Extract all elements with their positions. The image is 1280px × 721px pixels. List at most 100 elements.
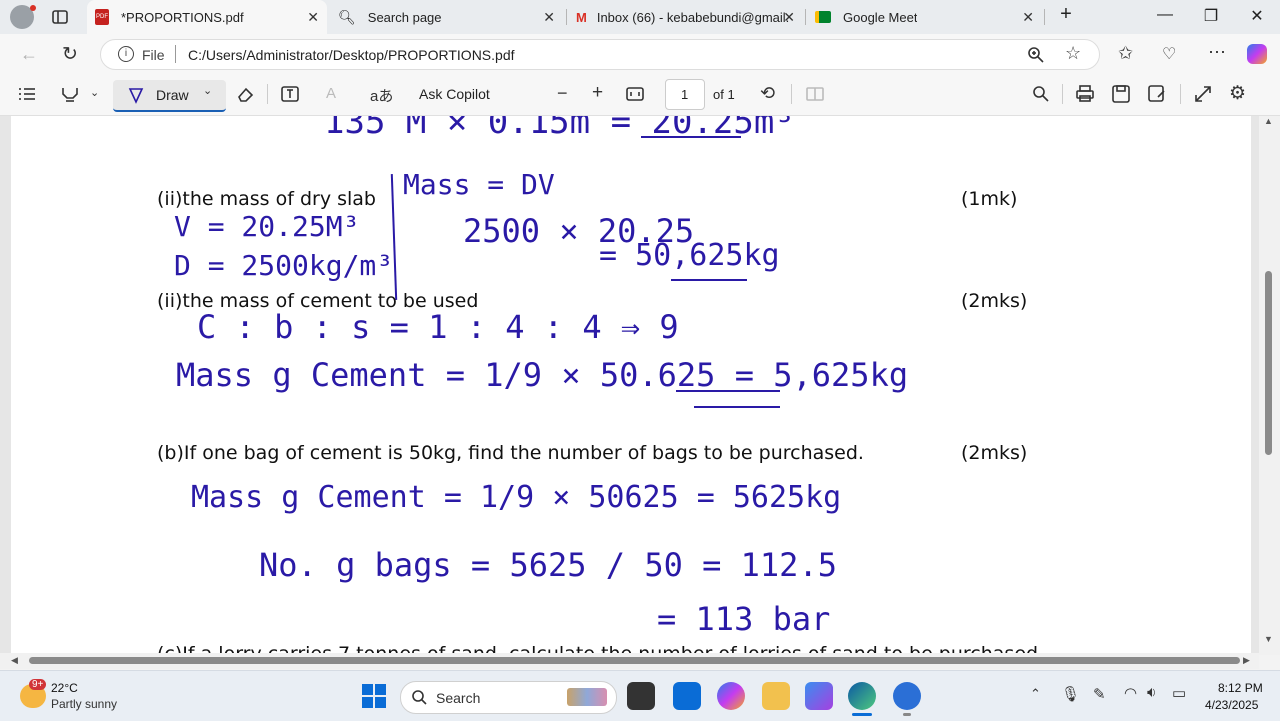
- volume-icon[interactable]: 🔉︎: [1147, 684, 1156, 701]
- close-tab-icon[interactable]: ✕: [307, 9, 319, 26]
- tab-proportions-pdf[interactable]: PDF *PROPORTIONS.pdf ✕: [87, 0, 327, 34]
- handwriting-density: D = 2500kg/m³: [174, 249, 394, 282]
- translate-icon[interactable]: aあ: [370, 85, 393, 106]
- zoom-in-icon[interactable]: +: [592, 82, 603, 104]
- find-icon[interactable]: [1032, 85, 1050, 103]
- wifi-icon[interactable]: ◠: [1124, 684, 1137, 702]
- contents-icon[interactable]: [18, 86, 36, 102]
- back-icon[interactable]: ←: [20, 44, 38, 65]
- tab-inbox[interactable]: M Inbox (66) - kebabebundi@gmail. ✕: [568, 0, 803, 34]
- scroll-down-icon[interactable]: ▼: [1264, 634, 1273, 644]
- taskbar-search-icon: [412, 690, 427, 705]
- handwriting-underline: [671, 279, 747, 281]
- handwriting-top-calc: 135 M × 0.15m = 20.25m³: [324, 116, 795, 142]
- browser-essentials-icon[interactable]: ♡: [1162, 44, 1176, 64]
- page-number-input[interactable]: 1: [665, 79, 705, 110]
- battery-icon[interactable]: ▭: [1172, 684, 1186, 702]
- horizontal-scroll-thumb[interactable]: [29, 657, 1240, 664]
- weather-description[interactable]: Partly sunny: [51, 697, 117, 711]
- save-icon[interactable]: [1112, 85, 1130, 103]
- close-tab-icon[interactable]: ✕: [783, 9, 795, 26]
- tab-actions-icon[interactable]: [52, 9, 68, 25]
- favorite-star-icon[interactable]: ☆: [1065, 43, 1081, 64]
- eraser-icon[interactable]: [235, 85, 255, 103]
- info-icon[interactable]: i: [118, 46, 134, 62]
- handwriting-volume: V = 20.25M³: [174, 210, 360, 243]
- refresh-icon[interactable]: ↻: [62, 43, 78, 66]
- question-b-bags: (b)If one bag of cement is 50kg, find th…: [157, 442, 864, 464]
- edge-browser-icon[interactable]: [848, 682, 876, 710]
- microsoft-store-icon[interactable]: [673, 682, 701, 710]
- close-tab-icon[interactable]: ✕: [1022, 9, 1034, 26]
- scroll-up-icon[interactable]: ▲: [1264, 116, 1273, 126]
- highlight-icon[interactable]: [60, 85, 80, 103]
- file-explorer-icon[interactable]: [762, 682, 790, 710]
- handwriting-underline: [676, 390, 780, 392]
- zoom-out-icon[interactable]: −: [557, 83, 568, 104]
- zoom-icon[interactable]: [1027, 46, 1045, 64]
- start-windows-icon[interactable]: [362, 684, 386, 708]
- weather-badge: 9+: [29, 679, 47, 690]
- microsoft-365-icon[interactable]: [805, 682, 833, 710]
- page-view-disabled-icon: [806, 87, 824, 101]
- copilot-icon[interactable]: [1247, 44, 1267, 64]
- pen-menu-icon[interactable]: ✎: [1093, 685, 1106, 703]
- rotate-icon[interactable]: ⟲: [760, 83, 775, 104]
- favorites-icon[interactable]: ✩: [1118, 43, 1133, 64]
- show-hidden-icons-icon[interactable]: ⌃: [1030, 686, 1041, 702]
- vertical-scroll-thumb[interactable]: [1265, 271, 1272, 455]
- pdf-page[interactable]: 135 M × 0.15m = 20.25m³ (ii)the mass of …: [11, 116, 1251, 655]
- minimize-icon[interactable]: —: [1150, 6, 1180, 24]
- toolbar-divider: [791, 84, 792, 104]
- tab-title: Inbox (66) - kebabebundi@gmail.: [596, 9, 790, 25]
- vertical-scrollbar[interactable]: ▲ ▼: [1259, 116, 1280, 655]
- handwriting-mass-cement-2: Mass g Cement = 1/9 × 50625 = 5625kg: [191, 480, 842, 515]
- search-icon: 🔍︎: [338, 8, 356, 25]
- close-tab-icon[interactable]: ✕: [543, 9, 555, 26]
- settings-gear-icon[interactable]: ⚙: [1229, 82, 1246, 105]
- app-gear-icon[interactable]: [893, 682, 921, 710]
- scroll-right-icon[interactable]: ▶: [1243, 655, 1250, 666]
- url-text[interactable]: C:/Users/Administrator/Desktop/PROPORTIO…: [188, 47, 515, 63]
- text-box-icon[interactable]: [281, 86, 299, 102]
- marks-1mk: (1mk): [961, 188, 1018, 210]
- handwriting-underline: [641, 136, 741, 138]
- save-as-icon[interactable]: [1148, 85, 1166, 103]
- draw-dropdown-icon[interactable]: ⌄: [203, 84, 212, 97]
- task-view-icon[interactable]: [627, 682, 655, 710]
- print-icon[interactable]: [1076, 85, 1094, 103]
- more-options-icon[interactable]: ⋯: [1208, 42, 1226, 63]
- tab-title: Search page: [367, 9, 442, 25]
- ask-copilot-button[interactable]: Ask Copilot: [419, 86, 490, 102]
- clock-date[interactable]: 4/23/2025: [1205, 698, 1258, 712]
- clock-time[interactable]: 8:12 PM: [1218, 681, 1263, 695]
- highlight-dropdown-icon[interactable]: ⌄: [90, 86, 99, 99]
- tab-title: Google Meet: [843, 9, 918, 25]
- tab-separator: [805, 9, 806, 25]
- handwriting-result1: = 50,625kg: [599, 238, 780, 273]
- weather-temperature[interactable]: 22°C: [51, 681, 78, 695]
- restore-icon[interactable]: ❐: [1196, 6, 1226, 26]
- tab-separator: [1044, 9, 1045, 25]
- tab-search-page[interactable]: 🔍︎ Search page ✕: [330, 0, 563, 34]
- pdf-icon: PDF: [95, 9, 109, 25]
- toolbar-divider: [267, 84, 268, 104]
- draw-button[interactable]: Draw ⌄: [113, 80, 226, 112]
- window-close-icon[interactable]: ✕: [1242, 6, 1272, 26]
- new-tab-icon[interactable]: +: [1051, 3, 1081, 26]
- horizontal-scrollbar[interactable]: ◀ ▶: [0, 653, 1259, 669]
- tab-google-meet[interactable]: Google Meet ✕: [807, 0, 1042, 34]
- microphone-icon[interactable]: 🎙︎: [1061, 685, 1080, 703]
- toolbar-divider: [1062, 84, 1063, 104]
- full-screen-icon[interactable]: [1194, 85, 1212, 103]
- copilot-app-icon[interactable]: [717, 682, 745, 710]
- handwriting-bags-result: = 113 bar: [657, 600, 831, 638]
- address-bar[interactable]: i File C:/Users/Administrator/Desktop/PR…: [100, 39, 1100, 70]
- marks-2mks-b: (2mks): [961, 442, 1028, 464]
- marks-2mks-a: (2mks): [961, 290, 1028, 312]
- address-divider: [175, 45, 176, 63]
- scheme-label: File: [142, 47, 165, 63]
- fit-page-icon[interactable]: [626, 86, 644, 102]
- taskbar-search-box[interactable]: Search: [400, 681, 617, 714]
- scroll-left-icon[interactable]: ◀: [11, 655, 18, 666]
